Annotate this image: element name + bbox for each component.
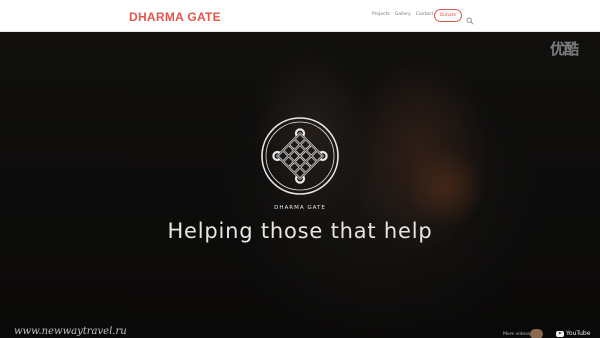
nav-link-contact[interactable]: Contact bbox=[416, 12, 434, 17]
video-thumbnail[interactable] bbox=[530, 329, 543, 338]
donate-button[interactable]: Donate bbox=[434, 9, 462, 22]
emblem-label: DHARMA GATE bbox=[274, 205, 326, 211]
hero-video[interactable]: 优酷 DHARMA GATE Helping those that help w… bbox=[0, 32, 600, 338]
search-icon[interactable] bbox=[466, 12, 474, 25]
site-header: DHARMA GATE Projects Gallery Contact Don… bbox=[0, 0, 600, 32]
youtube-label: YouTube bbox=[566, 330, 591, 337]
nav-link-projects[interactable]: Projects bbox=[372, 12, 390, 17]
endless-knot-icon bbox=[260, 116, 340, 196]
more-videos-link[interactable]: More videos bbox=[503, 332, 530, 337]
hero-headline: Helping those that help bbox=[167, 219, 433, 243]
nav-link-gallery[interactable]: Gallery bbox=[395, 12, 411, 17]
video-watermark: 优酷 bbox=[549, 40, 579, 58]
youtube-icon bbox=[556, 330, 564, 337]
main-nav: Projects Gallery Contact bbox=[372, 12, 433, 17]
site-logo[interactable]: DHARMA GATE bbox=[129, 10, 221, 24]
youtube-link[interactable]: YouTube bbox=[556, 330, 590, 337]
site-watermark: www.newwaytravel.ru bbox=[14, 326, 127, 337]
